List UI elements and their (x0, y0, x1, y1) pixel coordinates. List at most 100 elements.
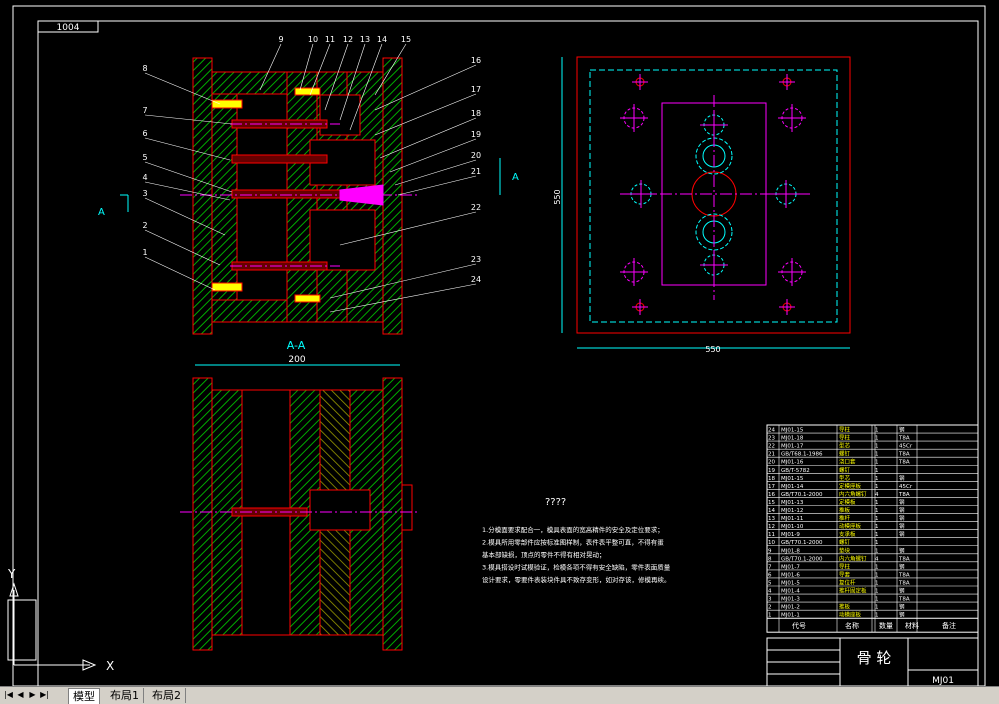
callout-19: 19 (471, 130, 481, 139)
title-corner-label: 1004 (57, 23, 80, 33)
bom-qty-18: 1 (875, 476, 879, 482)
bom-no-15: 15 (768, 500, 775, 506)
bom-header-qty: 数量 (879, 621, 893, 630)
bom-name-17: 定模座板 (839, 482, 862, 490)
aa-clamp-right (382, 377, 403, 651)
drawing-canvas[interactable]: 1004 A A A-A 1 2 3 4 5 6 7 8 9 10 11 12 … (0, 0, 999, 686)
bom-no-16: 16 (768, 492, 775, 498)
bill-of-materials: 24 MJ01-15 导柱 1 钢23 MJ01-18 导柱 1 T8A22 MJ01-17 型芯 1… (766, 424, 979, 633)
bom-code-9: MJ01-8 (781, 548, 800, 554)
bom-name-18: 型芯 (839, 474, 851, 482)
bom-code-15: MJ01-13 (781, 500, 804, 506)
callout-13: 13 (360, 35, 370, 44)
bom-name-8: 内六角螺钉 (839, 554, 867, 562)
bom-code-8: GB/T70.1-2000 (781, 556, 823, 562)
bom-name-12: 动模座板 (839, 522, 862, 530)
aa-clamp-left (192, 377, 213, 651)
bom-qty-15: 1 (875, 500, 879, 506)
bom-mat-4: 钢 (899, 587, 905, 595)
bom-name-5: 复位杆 (839, 578, 856, 586)
bom-mat-18: 钢 (899, 474, 905, 482)
bom-no-23: 23 (768, 436, 775, 442)
bom-name-1: 动模座板 (839, 611, 862, 619)
bom-no-22: 22 (768, 444, 775, 450)
nav-last-button[interactable]: ▶| (39, 689, 50, 701)
bom-header-mat: 材料 (905, 621, 919, 630)
bom-no-12: 12 (768, 524, 775, 530)
callout-24: 24 (471, 275, 481, 284)
bom-name-7: 导柱 (839, 562, 851, 570)
bom-qty-5: 1 (875, 580, 879, 586)
bom-code-23: MJ01-18 (781, 436, 804, 442)
bom-no-9: 9 (768, 548, 772, 554)
section-mark-left: A (98, 207, 105, 218)
callout-12: 12 (343, 35, 353, 44)
part-name: 骨 轮 (857, 649, 892, 667)
bom-no-11: 11 (768, 532, 775, 538)
tab-model[interactable]: 模型 (68, 688, 100, 704)
bom-name-11: 支承板 (839, 530, 856, 538)
nav-next-button[interactable]: ▶ (27, 689, 38, 701)
callout-5: 5 (142, 153, 147, 162)
bom-qty-19: 1 (875, 468, 879, 474)
aa-section-view: 200 (180, 355, 420, 651)
callout-17: 17 (471, 85, 481, 94)
bom-header-name: 名称 (845, 621, 859, 630)
callout-6: 6 (142, 129, 147, 138)
bom-qty-23: 1 (875, 436, 879, 442)
callout-10: 10 (308, 35, 318, 44)
tab-layout2[interactable]: 布局2 (148, 688, 186, 703)
callout-leader-19 (389, 138, 477, 173)
bom-name-14: 推板 (839, 506, 851, 514)
callout-8: 8 (142, 64, 147, 73)
bom-qty-8: 4 (875, 556, 879, 562)
note-line-1: 2.模具所用零部件应按标准图样制，表件表平整可直，不得有蛋 (482, 538, 664, 547)
callout-15: 15 (401, 35, 411, 44)
bom-no-10: 10 (768, 540, 775, 546)
cavity-void-top (319, 94, 361, 136)
cavity-void-bot (309, 209, 376, 271)
bom-code-20: MJ01-16 (781, 460, 804, 466)
bom-header-note: 备注 (942, 621, 956, 630)
tab-layout1[interactable]: 布局1 (106, 688, 144, 703)
bom-mat-22: 45Cr (899, 444, 913, 450)
bom-no-7: 7 (768, 564, 772, 570)
spacer-block-bottom (211, 299, 288, 323)
bolt-low (294, 294, 321, 303)
bom-mat-17: 45Cr (899, 484, 913, 490)
title-block: 骨 轮 MJ01 (766, 637, 979, 686)
bom-name-4: 推杆固定板 (839, 587, 867, 595)
bolt-top (211, 99, 243, 109)
bom-mat-15: 钢 (899, 498, 905, 506)
ucs-x-label: X (106, 659, 114, 673)
guide-pin-2 (231, 154, 328, 164)
section-mark-right: A (512, 172, 519, 183)
bom-qty-24: 1 (875, 428, 879, 434)
bom-no-5: 5 (768, 580, 772, 586)
spacer-block-top (211, 71, 288, 95)
bom-mat-16: T8A (898, 492, 910, 498)
bom-qty-16: 4 (875, 492, 879, 498)
layout-tab-bar: |◀ ◀ ▶ ▶| 模型 布局1 布局2 (0, 686, 999, 704)
bom-code-14: MJ01-12 (781, 508, 803, 514)
bom-code-17: MJ01-14 (781, 484, 804, 490)
nav-prev-button[interactable]: ◀ (15, 689, 26, 701)
bom-name-15: 定模板 (839, 498, 856, 506)
callout-16: 16 (471, 56, 481, 65)
plan-holes (620, 74, 806, 315)
bom-mat-8: T8A (898, 556, 910, 562)
bom-no-4: 4 (768, 589, 772, 595)
bom-code-12: MJ01-10 (781, 524, 804, 530)
callout-22: 22 (471, 203, 481, 212)
bom-no-13: 13 (768, 516, 775, 522)
callout-3: 3 (142, 189, 147, 198)
bom-mat-21: T8A (898, 452, 910, 458)
bom-code-19: GB/T-5782 (781, 468, 810, 474)
note-line-0: 1.分模面要求配合一，模具表面的宽高精件的安全及定位要求； (482, 525, 664, 534)
callout-leader-21 (397, 175, 477, 196)
bom-qty-14: 1 (875, 508, 879, 514)
nav-first-button[interactable]: |◀ (3, 689, 14, 701)
bom-header-code: 代号 (792, 621, 806, 630)
bom-qty-9: 1 (875, 548, 879, 554)
bom-mat-3: T8A (898, 597, 910, 603)
